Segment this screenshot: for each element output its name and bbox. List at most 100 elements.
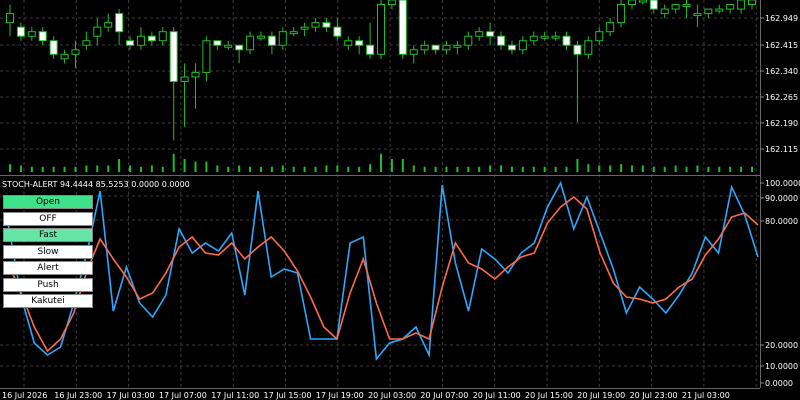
control-panel: Open OFF Fast Slow Alert Push Kakutei: [3, 195, 93, 311]
stoch-tick-label: 10.0000: [765, 362, 798, 371]
candle-body: [16, 26, 25, 37]
candle-body: [671, 4, 680, 10]
candle-body: [180, 76, 189, 82]
candle-body: [693, 13, 702, 17]
candle-body: [431, 44, 440, 51]
time-tick-label: 16 Jul 2026: [2, 391, 47, 400]
candle-body: [398, 0, 407, 55]
price-tick-label: 162.115: [765, 145, 798, 154]
price-axis: 162.949 162.415 162.340 162.265 162.190 162.1…: [760, 14, 798, 154]
indicator-title: STOCH-ALERT 94.4444 85.5253 0.0000 0.000…: [2, 180, 190, 189]
candle-body: [355, 40, 364, 46]
candle-body: [311, 22, 320, 28]
candle-body: [377, 4, 385, 55]
candle-body: [584, 40, 593, 55]
candle-body: [191, 71, 200, 78]
time-tick-label: 20 Jul 07:00: [420, 391, 468, 400]
candle-body: [562, 35, 571, 46]
stoch-axis: 100.0000 90.0000 80.0000 20.0000 10.0000 0.00…: [760, 179, 800, 388]
candle-body: [682, 4, 691, 8]
candle-body: [638, 0, 647, 3]
time-axis: 16 Jul 2026 16 Jul 23:00 17 Jul 03:00 17 Ju…: [2, 391, 730, 400]
candle-body: [420, 44, 429, 51]
candle-body: [366, 44, 375, 55]
time-tick-label: 20 Jul 15:00: [525, 391, 573, 400]
candle-body: [224, 44, 233, 48]
slow-button[interactable]: Slow: [3, 244, 93, 259]
candle-body: [246, 35, 255, 51]
candle-body: [715, 8, 724, 12]
candle-body: [71, 49, 80, 55]
time-tick-label: 20 Jul 23:00: [630, 391, 678, 400]
grid-lines: [0, 0, 760, 388]
candle-body: [202, 40, 211, 73]
candle-body: [322, 22, 331, 28]
candle-body: [147, 35, 156, 42]
candle-body: [49, 40, 58, 55]
time-tick-label: 17 Jul 07:00: [159, 391, 207, 400]
candle-body: [529, 35, 538, 42]
candle-body: [442, 44, 451, 51]
candle-body: [497, 35, 506, 46]
candle-body: [617, 4, 626, 24]
candle-body: [289, 31, 298, 35]
kakutei-button[interactable]: Kakutei: [3, 294, 93, 308]
candle-body: [551, 35, 560, 39]
candle-body: [518, 40, 527, 51]
stochastic-lines: [7, 180, 759, 361]
candle-body: [606, 22, 615, 33]
open-button[interactable]: Open: [3, 195, 93, 209]
candle-body: [333, 26, 342, 37]
candle-body: [300, 26, 309, 30]
time-tick-label: 16 Jul 23:00: [54, 391, 102, 400]
price-tick-label: 162.949: [765, 14, 798, 23]
stoch-tick-label: 90.0000: [765, 194, 798, 203]
candle-body: [649, 0, 658, 10]
volume-bars: [9, 153, 753, 172]
push-button[interactable]: Push: [3, 277, 93, 292]
candle-body: [6, 13, 14, 24]
candle-body: [453, 44, 462, 48]
candle-body: [595, 31, 604, 42]
candle-body: [486, 31, 495, 37]
candle-body: [573, 44, 582, 55]
candle-body: [475, 31, 484, 37]
time-tick-label: 20 Jul 11:00: [473, 391, 521, 400]
candle-body: [60, 53, 69, 60]
candle-body: [169, 31, 178, 82]
candle-body: [104, 22, 113, 28]
stoch-tick-label: 20.0000: [765, 341, 798, 350]
stoch-tick-label: 0.0000: [765, 379, 793, 388]
candle-body: [267, 35, 276, 46]
candle-body: [213, 40, 222, 46]
candle-body: [256, 35, 265, 39]
candle-body: [126, 40, 135, 46]
alert-button[interactable]: Alert: [3, 261, 93, 275]
candle-body: [726, 4, 735, 10]
price-tick-label: 162.415: [765, 41, 798, 50]
time-tick-label: 17 Jul 03:00: [107, 391, 155, 400]
candle-body: [93, 26, 102, 37]
candle-body: [136, 35, 145, 46]
off-button[interactable]: OFF: [3, 211, 93, 226]
candle-body: [115, 13, 124, 33]
candle-body: [464, 35, 473, 46]
candle-body: [235, 44, 244, 51]
time-tick-label: 20 Jul 03:00: [368, 391, 416, 400]
stoch-tick-label: 80.0000: [765, 217, 798, 226]
candle-body: [507, 44, 516, 51]
candle-body: [158, 31, 167, 42]
time-tick-label: 17 Jul 15:00: [264, 391, 312, 400]
candle-body: [660, 8, 669, 15]
candle-body: [387, 0, 396, 6]
candle-body: [344, 40, 353, 46]
candle-body: [737, 0, 746, 10]
price-tick-label: 162.340: [765, 67, 798, 76]
candle-body: [27, 31, 36, 37]
candle-body: [38, 31, 47, 42]
stoch-fast-line: [7, 180, 759, 361]
time-tick-label: 17 Jul 19:00: [316, 391, 364, 400]
price-tick-label: 162.190: [765, 119, 798, 128]
price-tick-label: 162.265: [765, 93, 798, 102]
fast-button[interactable]: Fast: [3, 228, 93, 242]
